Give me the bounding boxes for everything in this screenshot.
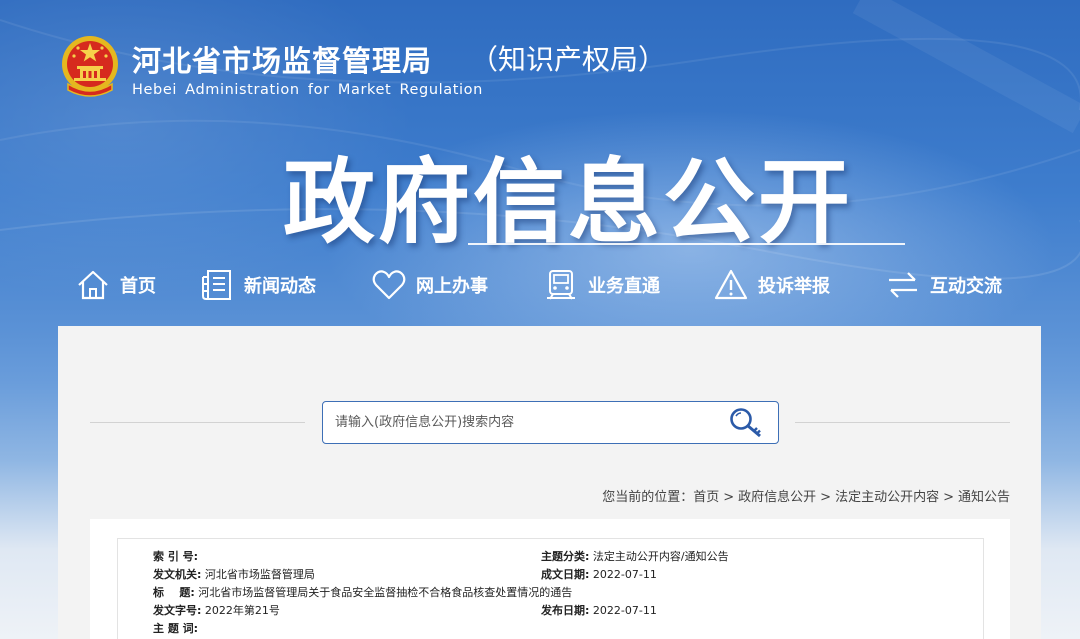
divider-right (795, 422, 1010, 423)
search-input[interactable] (335, 402, 715, 442)
breadcrumb: 您当前的位置：首页 > 政府信息公开 > 法定主动公开内容 > 通知公告 (602, 486, 1010, 505)
nav-label-complaint: 投诉举报 (758, 276, 830, 297)
nav-item-home[interactable]: 首页 (76, 266, 156, 304)
exchange-icon (889, 272, 917, 298)
meta-docno-value: 2022年第21号 (204, 604, 280, 617)
org-name: 河北省市场监督管理局 (132, 44, 433, 78)
nav-item-complaint[interactable]: 投诉举报 (714, 266, 830, 304)
page-title: 政府信息公开 (283, 149, 854, 256)
meta-docno-label: 发文字号: 2022年第21号 (153, 604, 280, 617)
org-name-english: Hebei Administration for Market Regulati… (132, 82, 483, 98)
warning-icon (714, 269, 748, 300)
breadcrumb-separator: > (723, 490, 735, 505)
nav-label-home: 首页 (120, 276, 156, 297)
main-nav: 首页 新闻动态 网上办事 业务直通 投诉举报 互动交流 (60, 262, 1020, 308)
divider-left (90, 422, 305, 423)
title-underline (468, 243, 905, 245)
breadcrumb-gov-info[interactable]: 政府信息公开 (738, 490, 816, 505)
nav-label-interaction: 互动交流 (930, 276, 1002, 297)
meta-category-label: 主题分类: 法定主动公开内容/通知公告 (541, 550, 729, 563)
search-key-icon[interactable] (726, 405, 766, 441)
meta-issuer-label: 发文机关: 河北省市场监督管理局 (153, 568, 315, 581)
breadcrumb-prefix: 您当前的位置： (602, 490, 694, 505)
nav-item-news[interactable]: 新闻动态 (200, 266, 316, 304)
nav-label-business: 业务直通 (588, 276, 660, 297)
breadcrumb-statutory[interactable]: 法定主动公开内容 (835, 490, 939, 505)
heart-icon (372, 270, 406, 300)
news-icon (202, 270, 231, 300)
breadcrumb-notices[interactable]: 通知公告 (958, 490, 1010, 505)
nav-label-news: 新闻动态 (244, 276, 316, 297)
meta-keywords-label: 主 题 词: (153, 622, 199, 635)
meta-index-label: 索 引 号: (153, 550, 199, 563)
train-icon (547, 270, 575, 300)
meta-category-value: 法定主动公开内容/通知公告 (592, 550, 729, 563)
meta-title-value: 河北省市场监督管理局关于食品安全监督抽检不合格食品核查处置情况的通告 (198, 586, 573, 599)
meta-published-value: 2022-07-11 (592, 604, 657, 617)
meta-title-label: 标 题: 河北省市场监督管理局关于食品安全监督抽检不合格食品核查处置情况的通告 (153, 586, 573, 599)
meta-created-value: 2022-07-11 (592, 568, 657, 581)
org-subtitle: （知识产权局） (470, 43, 667, 76)
meta-created-label: 成文日期: 2022-07-11 (541, 568, 657, 581)
nav-item-interaction[interactable]: 互动交流 (886, 266, 1002, 304)
breadcrumb-separator: > (943, 490, 954, 505)
meta-issuer-value: 河北省市场监督管理局 (204, 568, 315, 581)
breadcrumb-separator: > (820, 490, 832, 505)
search-box (322, 401, 779, 444)
nav-item-business[interactable]: 业务直通 (544, 266, 660, 304)
home-icon (78, 270, 108, 300)
nav-label-online-service: 网上办事 (416, 276, 488, 297)
breadcrumb-home[interactable]: 首页 (693, 490, 719, 505)
nav-item-online-service[interactable]: 网上办事 (372, 266, 488, 304)
national-emblem-icon (62, 36, 118, 97)
meta-published-label: 发布日期: 2022-07-11 (541, 604, 657, 617)
